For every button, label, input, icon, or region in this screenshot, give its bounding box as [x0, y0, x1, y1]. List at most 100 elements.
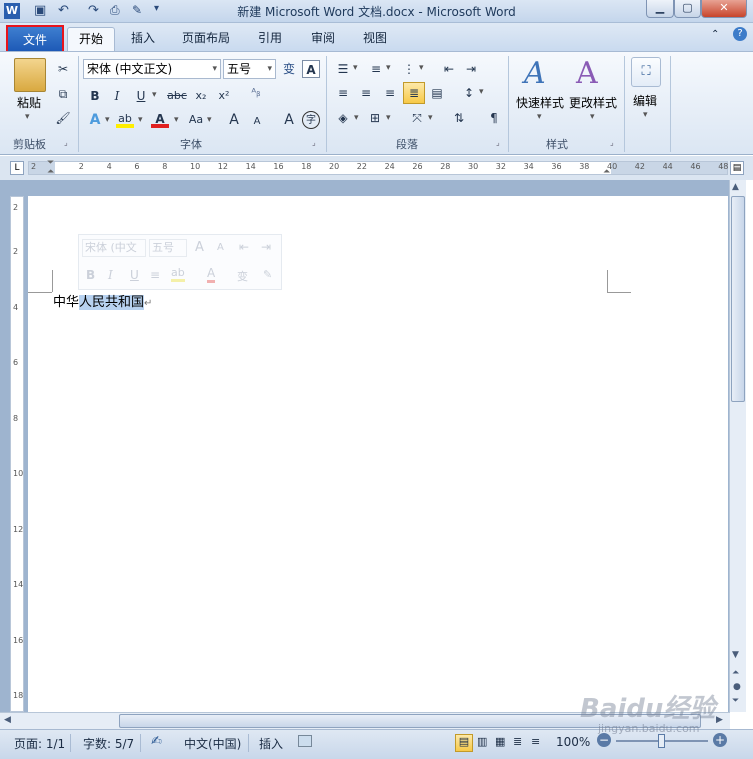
change-styles-dropdown-icon[interactable]: ▾ — [590, 112, 595, 122]
mini-highlight-icon[interactable]: ab — [171, 266, 185, 282]
mini-font-name[interactable]: 宋体 (中文 — [82, 239, 146, 257]
align-right-icon[interactable]: ≡ — [381, 84, 399, 102]
superscript-button[interactable]: x² — [215, 87, 233, 105]
paste-dropdown-icon[interactable]: ▾ — [25, 112, 30, 122]
language-status[interactable]: 中文(中国) — [184, 735, 241, 752]
styles-launcher-icon[interactable]: ⌟ — [610, 138, 614, 147]
web-layout-icon[interactable]: ▦ — [495, 735, 505, 748]
quick-styles-icon[interactable]: A — [524, 56, 546, 91]
change-styles-button[interactable]: 更改样式 — [569, 94, 617, 111]
zoom-in-icon[interactable]: + — [713, 733, 727, 747]
scroll-up-icon[interactable]: ▲ — [732, 182, 739, 192]
outline-view-icon[interactable]: ≣ — [513, 735, 522, 748]
bold-button[interactable]: B — [86, 87, 104, 105]
show-marks-icon[interactable]: ¶ — [485, 109, 503, 127]
view-ruler-icon[interactable]: ▤ — [730, 161, 744, 175]
mini-italic-button[interactable]: I — [108, 268, 113, 282]
find-binoculars-icon[interactable]: ⛶ — [631, 57, 661, 87]
tab-insert[interactable]: 插入 — [131, 29, 155, 46]
horizontal-ruler[interactable]: ⏷ ⏶ ⏶ 2 2 4 6 8 10 12 14 16 18 20 22 24 26 28 30 32 34 36 3… — [28, 158, 728, 177]
clear-formatting-icon[interactable]: ᴬᵦ — [246, 84, 266, 102]
phonetic-guide-icon[interactable]: 变 — [280, 60, 298, 78]
scroll-right-icon[interactable]: ▶ — [716, 715, 723, 725]
vertical-scrollbar[interactable]: ▲ ▼ ⏶ ● ⏷ — [729, 180, 746, 712]
character-border-icon[interactable]: A — [302, 60, 320, 78]
tab-layout[interactable]: 页面布局 — [182, 29, 230, 46]
underline-dropdown-icon[interactable]: ▾ — [152, 90, 157, 100]
next-page-icon[interactable]: ⏷ — [732, 696, 739, 706]
help-icon[interactable]: ? — [733, 27, 747, 41]
chinese-layout-dropdown-icon[interactable]: ▾ — [428, 113, 433, 123]
minimize-button[interactable]: ▁ — [646, 0, 674, 18]
hanging-indent-icon[interactable]: ⏶ — [47, 167, 54, 177]
change-case-dropdown-icon[interactable]: ▾ — [207, 115, 212, 125]
prev-page-icon[interactable]: ⏶ — [732, 668, 739, 678]
tab-review[interactable]: 审阅 — [311, 29, 335, 46]
tab-file[interactable]: 文件 — [6, 25, 64, 54]
full-screen-reading-icon[interactable]: ▥ — [477, 735, 487, 748]
underline-button[interactable]: U — [132, 87, 150, 105]
grow-font-button[interactable]: A — [225, 111, 243, 129]
word-count[interactable]: 字数: 5/7 — [83, 735, 134, 752]
font-name-combo[interactable]: 宋体 (中文正文) ▾ — [83, 59, 221, 79]
tab-references[interactable]: 引用 — [258, 29, 282, 46]
mini-increase-indent-icon[interactable]: ⇥ — [261, 240, 271, 254]
tab-view[interactable]: 视图 — [363, 29, 387, 46]
scroll-down-icon[interactable]: ▼ — [732, 650, 739, 660]
maximize-button[interactable]: ▢ — [674, 0, 701, 18]
change-case-button[interactable]: Aa — [186, 111, 206, 129]
zoom-out-icon[interactable]: − — [597, 733, 611, 747]
multilevel-list-icon[interactable]: ⋮ — [400, 60, 418, 78]
quick-styles-dropdown-icon[interactable]: ▾ — [537, 112, 542, 122]
font-launcher-icon[interactable]: ⌟ — [312, 138, 316, 147]
close-button[interactable]: ✕ — [701, 0, 747, 18]
bullets-icon[interactable]: ☰ — [334, 60, 352, 78]
mini-center-icon[interactable]: ≡ — [150, 268, 160, 282]
strikethrough-button[interactable]: abc — [165, 87, 189, 105]
align-center-icon[interactable]: ≡ — [357, 84, 375, 102]
tab-selector-icon[interactable]: L — [10, 161, 24, 175]
line-spacing-dropdown-icon[interactable]: ▾ — [479, 87, 484, 97]
font-size-combo[interactable]: 五号 ▾ — [223, 59, 276, 79]
numbering-icon[interactable]: ≡ — [367, 60, 385, 78]
paste-button[interactable]: 粘贴 — [17, 94, 41, 111]
editing-dropdown-icon[interactable]: ▾ — [643, 110, 648, 120]
shading-dropdown-icon[interactable]: ▾ — [354, 113, 359, 123]
vertical-ruler[interactable]: 22468101214161820 — [10, 196, 24, 756]
cut-icon[interactable]: ✂ — [54, 60, 72, 78]
line-spacing-icon[interactable]: ↕ — [460, 84, 478, 102]
shading-icon[interactable]: ◈ — [334, 109, 352, 127]
bullets-dropdown-icon[interactable]: ▾ — [353, 63, 358, 73]
italic-button[interactable]: I — [108, 87, 126, 105]
help-collapse-icon[interactable]: ⌃ — [711, 29, 719, 40]
clipboard-launcher-icon[interactable]: ⌟ — [64, 138, 68, 147]
zoom-level[interactable]: 100% — [556, 735, 590, 749]
multilevel-dropdown-icon[interactable]: ▾ — [419, 63, 424, 73]
print-layout-view-icon[interactable]: ▤ — [455, 734, 473, 752]
mini-decrease-indent-icon[interactable]: ⇤ — [239, 240, 249, 254]
proofing-icon[interactable]: ✍ — [151, 734, 162, 749]
highlight-color-icon[interactable]: ab — [116, 110, 134, 128]
font-name-dropdown-icon[interactable]: ▾ — [212, 60, 217, 78]
zoom-slider-thumb[interactable] — [658, 734, 665, 748]
scroll-left-icon[interactable]: ◀ — [4, 715, 11, 725]
font-color-icon[interactable]: A — [151, 110, 169, 128]
mini-bold-button[interactable]: B — [86, 268, 95, 282]
highlight-dropdown-icon[interactable]: ▾ — [138, 115, 143, 125]
increase-indent-icon[interactable]: ⇥ — [462, 60, 480, 78]
mini-shrink-font-icon[interactable]: A — [217, 242, 224, 253]
browse-object-icon[interactable]: ● — [733, 682, 741, 692]
mini-font-size[interactable]: 五号 — [149, 239, 187, 257]
borders-dropdown-icon[interactable]: ▾ — [386, 113, 391, 123]
enclose-characters-button[interactable]: 字 — [302, 111, 320, 129]
mini-toolbar[interactable]: 宋体 (中文 五号 A A ⇤ ⇥ B I U ≡ ab A 变 ✎ — [78, 234, 282, 290]
text-effects-icon[interactable]: A — [86, 111, 104, 129]
distributed-icon[interactable]: ▤ — [428, 84, 446, 102]
mini-grow-font-icon[interactable]: A — [195, 240, 204, 255]
tab-home[interactable]: 开始 — [67, 27, 115, 52]
borders-icon[interactable]: ⊞ — [366, 109, 384, 127]
sort-icon[interactable]: ⇅ — [450, 109, 468, 127]
shrink-font-button[interactable]: A — [248, 113, 266, 131]
font-size-dropdown-icon[interactable]: ▾ — [267, 60, 272, 78]
character-shading-button[interactable]: A — [280, 111, 298, 129]
